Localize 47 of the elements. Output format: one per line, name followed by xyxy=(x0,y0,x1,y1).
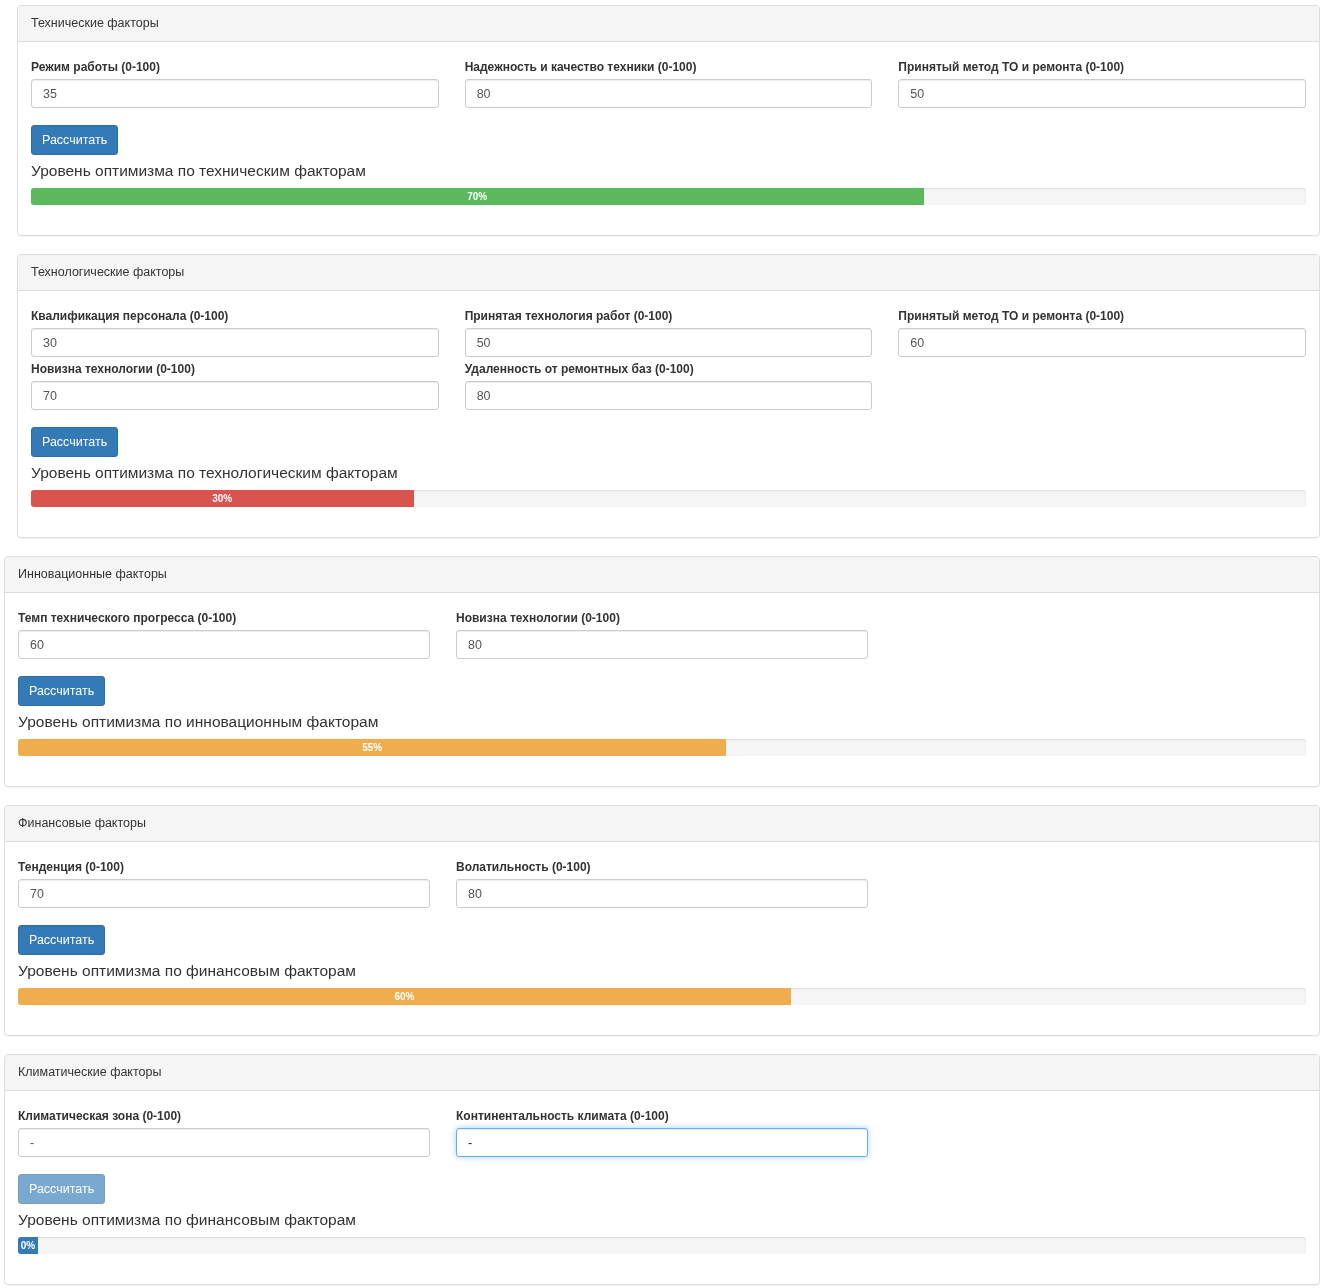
input-field[interactable]: 50 xyxy=(898,79,1306,108)
calculate-button[interactable]: Рассчитать xyxy=(31,427,119,457)
input-field[interactable]: 60 xyxy=(898,328,1306,357)
result-title: Уровень оптимизма по финансовым факторам xyxy=(18,962,357,980)
panel-header: Финансовые факторы xyxy=(5,806,1319,842)
field-label: Новизна технологии (0-100) xyxy=(456,611,621,625)
field-label: Принятая технология работ (0-100) xyxy=(464,309,674,323)
field-label: Квалификация персонала (0-100) xyxy=(31,309,230,323)
field-label: Климатическая зона (0-100) xyxy=(18,1109,183,1123)
result-title: Уровень оптимизма по техническим факторам xyxy=(31,162,367,180)
field-label: Континентальность климата (0-100) xyxy=(456,1109,670,1123)
result-title: Уровень оптимизма по технологическим факторам xyxy=(31,464,399,482)
input-field[interactable]: 70 xyxy=(18,879,430,908)
calculate-button[interactable]: Рассчитать xyxy=(18,925,106,955)
field-label: Принятый метод ТО и ремонта (0-100) xyxy=(898,309,1126,323)
input-field[interactable]: - xyxy=(456,1128,868,1157)
panel-header: Технологические факторы xyxy=(18,255,1319,291)
field-label: Удаленность от ремонтных баз (0-100) xyxy=(464,362,695,376)
input-field[interactable]: 30 xyxy=(31,328,439,357)
input-field[interactable]: 80 xyxy=(464,79,873,108)
input-field[interactable]: 80 xyxy=(456,630,868,659)
calculate-button[interactable]: Рассчитать xyxy=(31,125,119,155)
progress-fill: 55% xyxy=(18,739,727,756)
calculate-button[interactable]: Рассчитать xyxy=(18,676,106,706)
input-field[interactable]: - xyxy=(18,1128,430,1157)
result-title: Уровень оптимизма по финансовым факторам xyxy=(18,1211,357,1229)
input-field[interactable]: 80 xyxy=(456,879,868,908)
result-title: Уровень оптимизма по инновационным факторам xyxy=(18,713,380,731)
field-label: Принятый метод ТО и ремонта (0-100) xyxy=(898,60,1126,74)
input-field[interactable]: 50 xyxy=(464,328,873,357)
field-label: Тенденция (0-100) xyxy=(18,860,125,874)
panel-header: Технические факторы xyxy=(18,6,1319,42)
field-label: Новизна технологии (0-100) xyxy=(31,362,196,376)
field-label: Режим работы (0-100) xyxy=(31,60,161,74)
field-label: Темп технического прогресса (0-100) xyxy=(18,611,238,625)
progress-fill: 60% xyxy=(18,988,791,1005)
field-label: Надежность и качество техники (0-100) xyxy=(464,60,698,74)
progress-fill: 0% xyxy=(18,1237,38,1254)
field-label: Волатильность (0-100) xyxy=(456,860,592,874)
input-field[interactable]: 70 xyxy=(31,381,439,410)
progress-fill: 30% xyxy=(31,490,414,507)
panel-header: Инновационные факторы xyxy=(5,557,1319,593)
input-field[interactable]: 60 xyxy=(18,630,430,659)
input-field[interactable]: 35 xyxy=(31,79,439,108)
input-field[interactable]: 80 xyxy=(464,381,873,410)
panel-header: Климатические факторы xyxy=(5,1055,1319,1091)
progress-fill: 70% xyxy=(31,188,924,205)
